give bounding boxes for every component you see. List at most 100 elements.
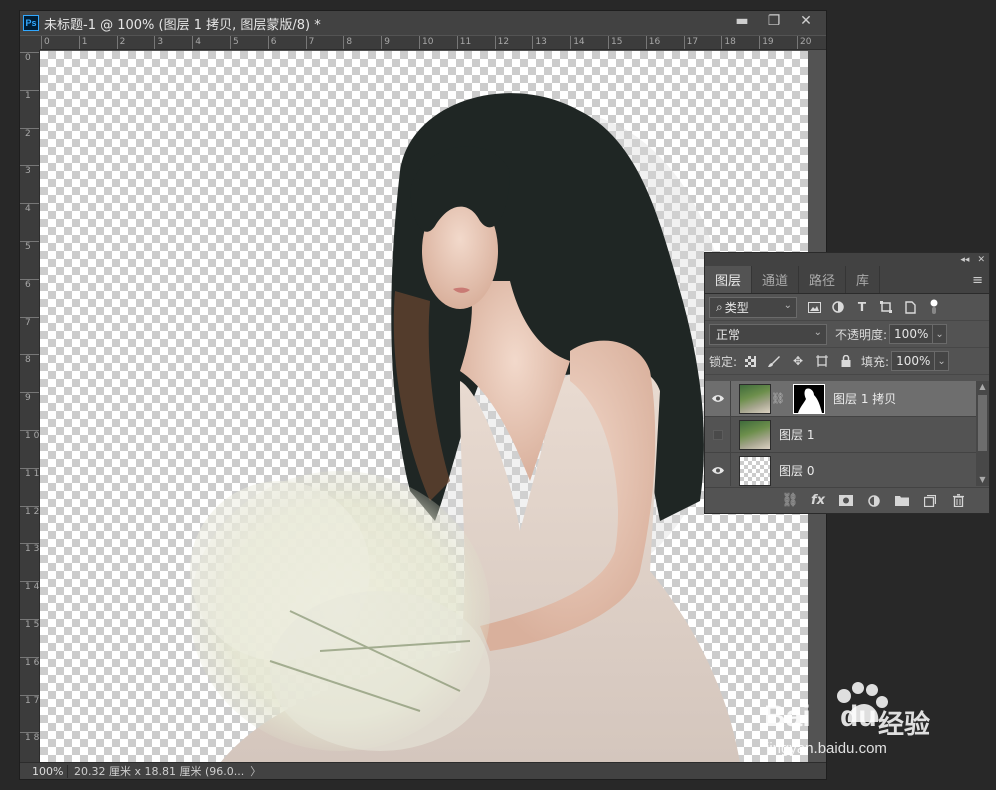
eye-icon <box>711 395 724 402</box>
ruler-h-tick: 10 <box>419 36 433 49</box>
tab-layers[interactable]: 图层 <box>705 266 753 293</box>
baidu-brand-text: Bai <box>764 700 811 733</box>
watermark-url: jingyan.baidu.com <box>766 740 887 757</box>
ruler-h-tick: 18 <box>721 36 736 49</box>
ruler-v-tick: 9 <box>20 392 39 404</box>
shape-filter-icon[interactable] <box>877 298 895 316</box>
ruler-v-tick: 1 1 <box>20 467 39 480</box>
ruler-v-tick: 1 3 <box>20 543 39 555</box>
ruler-h-tick: 15 <box>608 36 622 49</box>
opacity-label: 不透明度: <box>835 327 888 342</box>
layer-name[interactable]: 图层 1 拷贝 <box>833 390 896 407</box>
visibility-toggle[interactable] <box>705 416 731 453</box>
filter-toggle-icon[interactable] <box>925 298 943 316</box>
ruler-origin[interactable] <box>20 36 40 50</box>
chevron-down-icon: ⌄ <box>783 299 792 311</box>
document-titlebar[interactable]: Ps 未标题-1 @ 100% (图层 1 拷贝, 图层蒙版/8) * ▬ ❐ … <box>20 11 826 35</box>
zoom-level[interactable]: 100% <box>20 764 68 778</box>
tab-paths[interactable]: 路径 <box>799 266 847 293</box>
panel-footer: ⛓ fx <box>705 487 989 513</box>
ruler-v-tick: 5 <box>20 241 39 253</box>
ruler-h-tick: 19 <box>759 36 774 49</box>
layer-thumbnail[interactable] <box>739 419 771 450</box>
ruler-h-tick: 5 <box>230 36 239 49</box>
fill-input[interactable]: 100% <box>891 351 936 371</box>
ruler-v-tick: 8 <box>20 354 39 366</box>
ruler-h-tick: 0 <box>41 36 50 49</box>
ruler-h-tick: 12 <box>494 36 509 49</box>
fill-label: 填充: <box>861 354 890 369</box>
ruler-h-tick: 20 <box>797 36 811 49</box>
blend-row: 正常 ⌄ 不透明度: 100% ⌄ <box>705 321 989 348</box>
vertical-ruler[interactable]: 0 1 2 3 4 5 6 7 8 9 1 0 1 1 1 2 1 3 1 4 1 5 1 6 1 7 1 8 <box>20 50 40 762</box>
blend-mode-select[interactable]: 正常 ⌄ <box>709 323 827 345</box>
type-filter-icon[interactable]: T <box>853 298 871 316</box>
horizontal-ruler[interactable]: 0 1 2 3 4 5 6 7 8 9 10 11 12 13 14 15 16 17 18 19 20 <box>40 36 826 50</box>
document-size-info: 20.32 厘米 x 18.81 厘米 (96.0... <box>74 765 245 778</box>
ruler-h-tick: 1 <box>78 36 88 49</box>
move-icon[interactable]: ✥ <box>789 352 807 370</box>
ruler-v-tick: 4 <box>20 203 39 215</box>
layer-list: ⛓ 图层 1 拷贝 图层 1 图层 0 <box>705 381 976 486</box>
brush-icon[interactable] <box>765 352 783 370</box>
opacity-slider-toggle[interactable]: ⌄ <box>933 324 948 344</box>
layer-style-fx-icon[interactable]: fx <box>809 492 827 510</box>
link-mask-icon[interactable]: ⛓ <box>771 392 785 405</box>
layer-name[interactable]: 图层 0 <box>779 462 814 479</box>
ruler-v-tick: 2 <box>20 127 39 140</box>
adjustment-filter-icon[interactable] <box>829 298 847 316</box>
layer-row[interactable]: 图层 0 <box>705 452 976 486</box>
layer-row[interactable]: 图层 1 <box>705 416 976 453</box>
visibility-toggle[interactable] <box>705 381 731 417</box>
tab-channels[interactable]: 通道 <box>752 266 800 293</box>
trash-icon[interactable] <box>949 492 967 510</box>
restore-button[interactable]: ❐ <box>758 11 790 31</box>
pixel-filter-icon[interactable] <box>805 298 823 316</box>
layer-filter-select[interactable]: ⌕ 类型 ⌄ <box>709 296 797 318</box>
layer-name[interactable]: 图层 1 <box>779 426 814 443</box>
ruler-v-tick: 6 <box>20 278 39 291</box>
status-menu-arrow[interactable]: 〉 <box>250 763 261 779</box>
panel-tabs: 图层 通道 路径 库 ≡ <box>705 266 989 294</box>
layer-mask-thumbnail[interactable] <box>793 383 825 414</box>
close-panel-icon[interactable]: ✕ <box>977 255 985 265</box>
ruler-v-tick: 1 <box>20 89 39 102</box>
layer-list-scrollbar[interactable]: ▲ ▼ <box>976 381 989 486</box>
smart-object-filter-icon[interactable] <box>901 298 919 316</box>
portrait-image <box>190 93 740 763</box>
lock-transparency-icon[interactable] <box>741 352 759 370</box>
ruler-h-tick: 7 <box>305 36 314 49</box>
document-title: 未标题-1 @ 100% (图层 1 拷贝, 图层蒙版/8) * <box>44 17 321 33</box>
chevron-down-icon: ⌄ <box>813 326 822 338</box>
artboard-icon[interactable] <box>813 352 831 370</box>
collapse-panel-icon[interactable]: ◂◂ <box>960 255 969 265</box>
ruler-h-tick: 9 <box>381 36 390 49</box>
folder-icon[interactable] <box>893 492 911 510</box>
image-canvas[interactable] <box>40 51 808 763</box>
layer-thumbnail[interactable] <box>739 455 771 486</box>
scroll-thumb[interactable] <box>978 395 987 451</box>
ruler-h-tick: 8 <box>343 36 352 49</box>
minimize-button[interactable]: ▬ <box>726 11 758 31</box>
close-button[interactable]: ✕ <box>790 11 822 31</box>
link-layers-icon[interactable]: ⛓ <box>781 492 799 510</box>
tab-libraries[interactable]: 库 <box>846 266 881 293</box>
lock-icon[interactable] <box>837 352 855 370</box>
photoshop-app-icon: Ps <box>23 15 39 31</box>
ruler-v-tick: 1 4 <box>20 581 39 593</box>
search-icon: ⌕ <box>716 299 723 314</box>
new-layer-icon[interactable] <box>921 492 939 510</box>
scroll-up-icon[interactable]: ▲ <box>976 381 989 393</box>
scroll-down-icon[interactable]: ▼ <box>976 474 989 486</box>
ruler-v-tick: 0 <box>20 52 39 64</box>
layer-thumbnail[interactable] <box>739 383 771 414</box>
adjustment-layer-icon[interactable] <box>865 492 883 510</box>
baidu-jingyan-watermark: Bai du 经验 jingyan.baidu.com <box>756 680 976 770</box>
layer-row[interactable]: ⛓ 图层 1 拷贝 <box>705 381 976 417</box>
add-mask-icon[interactable] <box>837 492 855 510</box>
opacity-input[interactable]: 100% <box>889 324 934 344</box>
fill-slider-toggle[interactable]: ⌄ <box>935 351 950 371</box>
visibility-toggle[interactable] <box>705 452 731 486</box>
ruler-h-tick: 16 <box>645 36 660 49</box>
panel-menu-icon[interactable]: ≡ <box>972 273 983 288</box>
